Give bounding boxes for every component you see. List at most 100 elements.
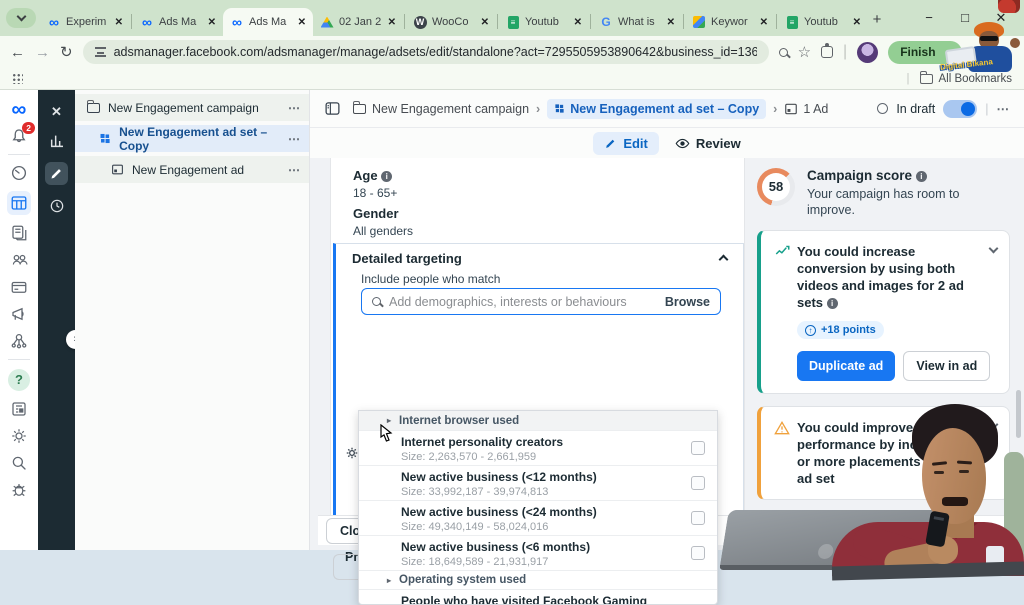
bookmark-star-icon[interactable]: ☆ bbox=[798, 43, 811, 61]
audiences-icon[interactable] bbox=[10, 251, 29, 269]
suggestion-category-browser[interactable]: ▸ Internet browser used bbox=[359, 411, 717, 430]
performance-chart-icon[interactable] bbox=[49, 133, 65, 149]
search-icon bbox=[372, 297, 381, 306]
close-tab-icon[interactable]: ✕ bbox=[760, 17, 768, 28]
close-tab-icon[interactable]: ✕ bbox=[667, 17, 675, 28]
sidebar-toggle-icon[interactable] bbox=[324, 100, 341, 117]
news-icon[interactable] bbox=[10, 400, 28, 418]
close-tab-icon[interactable]: ✕ bbox=[853, 17, 861, 28]
item-checkbox[interactable] bbox=[691, 476, 705, 490]
tab-edit[interactable]: Edit bbox=[593, 131, 659, 155]
address-bar[interactable]: adsmanager.facebook.com/adsmanager/manag… bbox=[82, 40, 769, 64]
points-label: +18 points bbox=[821, 324, 876, 336]
panel-scrollbar[interactable] bbox=[1016, 390, 1021, 438]
info-icon[interactable]: i bbox=[826, 298, 838, 309]
browser-toolbar: ← → ↻ adsmanager.facebook.com/adsmanager… bbox=[0, 36, 1024, 68]
close-tab-icon[interactable]: ✕ bbox=[115, 17, 123, 28]
tab-experiments[interactable]: ∞ Experim ✕ bbox=[40, 8, 130, 36]
events-manager-icon[interactable] bbox=[10, 332, 28, 350]
view-in-ad-button[interactable]: View in ad bbox=[903, 351, 991, 381]
apps-grid-icon[interactable] bbox=[12, 73, 23, 84]
breadcrumb-adset-chip[interactable]: New Engagement ad set – Copy bbox=[547, 98, 767, 119]
browse-button[interactable]: Browse bbox=[665, 295, 710, 309]
suggestion-card-conversion[interactable]: You could increase conversion by using b… bbox=[757, 230, 1010, 394]
adset-menu-button[interactable]: ⋯ bbox=[288, 132, 301, 146]
profile-avatar[interactable] bbox=[857, 41, 879, 63]
section-header[interactable]: Detailed targeting bbox=[336, 248, 743, 268]
tab-google-search[interactable]: G What is ✕ bbox=[592, 8, 682, 36]
suggestion-item[interactable]: New active business (<24 months) Size: 4… bbox=[359, 500, 717, 535]
close-tab-icon[interactable]: ✕ bbox=[208, 17, 216, 28]
account-overview-icon[interactable] bbox=[10, 164, 28, 182]
suggestion-item[interactable]: People who have visited Facebook Gaming bbox=[359, 589, 717, 604]
meta-favicon: ∞ bbox=[49, 14, 59, 30]
targeting-search-box[interactable]: Browse bbox=[361, 288, 721, 315]
item-label: New active business (<24 months) bbox=[401, 505, 597, 519]
adset-grid-icon bbox=[555, 104, 564, 113]
close-tab-icon[interactable]: ✕ bbox=[481, 17, 489, 28]
search-icon[interactable] bbox=[10, 454, 28, 472]
tab-label: Youtub bbox=[525, 16, 559, 28]
draft-toggle[interactable] bbox=[943, 99, 978, 118]
tree-item-ad[interactable]: New Engagement ad ⋯ bbox=[75, 156, 309, 183]
notifications-bell[interactable]: 2 bbox=[10, 122, 35, 145]
info-icon[interactable]: i bbox=[381, 171, 393, 182]
tree-item-adset-selected[interactable]: New Engagement ad set – Copy ⋯ bbox=[75, 125, 309, 153]
item-checkbox[interactable] bbox=[691, 511, 705, 525]
tab-woocommerce[interactable]: W WooCo ✕ bbox=[406, 8, 496, 36]
meta-favicon: ∞ bbox=[142, 14, 152, 30]
points-badge: ↑ +18 points bbox=[797, 321, 884, 339]
site-info-icon[interactable] bbox=[94, 47, 106, 57]
ad-menu-button[interactable]: ⋯ bbox=[288, 163, 301, 177]
duplicate-ad-button[interactable]: Duplicate ad bbox=[797, 351, 896, 381]
billing-icon[interactable] bbox=[10, 278, 28, 296]
close-tab-icon[interactable]: ✕ bbox=[388, 17, 396, 28]
back-button[interactable]: ← bbox=[10, 44, 25, 61]
new-tab-button[interactable]: + bbox=[868, 11, 886, 28]
breadcrumb-campaign[interactable]: New Engagement campaign bbox=[372, 102, 529, 116]
age-label: Age i bbox=[353, 168, 397, 183]
campaigns-table-icon bbox=[11, 196, 27, 210]
close-panel-icon[interactable]: ✕ bbox=[51, 104, 62, 120]
suggestion-item[interactable]: New active business (<6 months) Size: 18… bbox=[359, 535, 717, 570]
bug-report-icon[interactable] bbox=[10, 481, 28, 499]
collapse-chevron-icon[interactable] bbox=[718, 254, 729, 265]
gear-icon[interactable] bbox=[10, 427, 28, 445]
extensions-icon[interactable] bbox=[821, 43, 834, 58]
close-tab-icon[interactable]: ✕ bbox=[298, 17, 306, 28]
tab-youtube-sheet-1[interactable]: ≡ Youtub ✕ bbox=[499, 8, 589, 36]
tab-drive-doc[interactable]: 02 Jan 2 ✕ bbox=[313, 8, 403, 36]
suggestion-category-os[interactable]: ▸ Operating system used bbox=[359, 570, 717, 589]
tab-youtube-sheet-2[interactable]: ≡ Youtub ✕ bbox=[778, 8, 868, 36]
edit-pencil-selected[interactable] bbox=[45, 162, 68, 185]
forward-button[interactable]: → bbox=[35, 44, 50, 61]
chevron-down-icon[interactable] bbox=[988, 243, 999, 254]
tab-review[interactable]: Review bbox=[675, 136, 741, 151]
history-clock-icon[interactable] bbox=[49, 198, 65, 214]
suggestion-item[interactable]: New active business (<12 months) Size: 3… bbox=[359, 465, 717, 500]
item-checkbox[interactable] bbox=[691, 441, 705, 455]
reload-button[interactable]: ↻ bbox=[60, 43, 73, 61]
corner-sticker bbox=[998, 0, 1020, 13]
header-menu-button[interactable]: ⋯ bbox=[997, 101, 1011, 116]
campaign-menu-button[interactable]: ⋯ bbox=[288, 101, 301, 115]
tab-keyword-planner[interactable]: Keywor ✕ bbox=[685, 8, 775, 36]
tree-item-campaign[interactable]: New Engagement campaign ⋯ bbox=[75, 94, 309, 121]
advertising-settings-icon[interactable] bbox=[10, 305, 28, 323]
item-checkbox[interactable] bbox=[691, 546, 705, 560]
close-tab-icon[interactable]: ✕ bbox=[574, 17, 582, 28]
zoom-page-icon[interactable] bbox=[778, 47, 788, 57]
item-label: New active business (<6 months) bbox=[401, 540, 591, 554]
ads-reporting-icon[interactable] bbox=[10, 224, 28, 242]
tab-search-button[interactable] bbox=[6, 8, 36, 28]
targeting-search-input[interactable] bbox=[389, 294, 657, 309]
info-icon[interactable]: i bbox=[915, 171, 927, 182]
help-icon[interactable]: ? bbox=[8, 369, 30, 391]
tab-ads-manager-active[interactable]: ∞ Ads Ma ✕ bbox=[223, 8, 313, 36]
breadcrumb-ad[interactable]: 1 Ad bbox=[803, 102, 828, 116]
meta-favicon: ∞ bbox=[232, 14, 242, 30]
tab-ads-manager-1[interactable]: ∞ Ads Ma ✕ bbox=[133, 8, 223, 36]
campaigns-nav-selected[interactable] bbox=[7, 191, 31, 215]
folder-icon bbox=[353, 100, 366, 114]
suggestion-item[interactable]: Internet personality creators Size: 2,26… bbox=[359, 430, 717, 465]
